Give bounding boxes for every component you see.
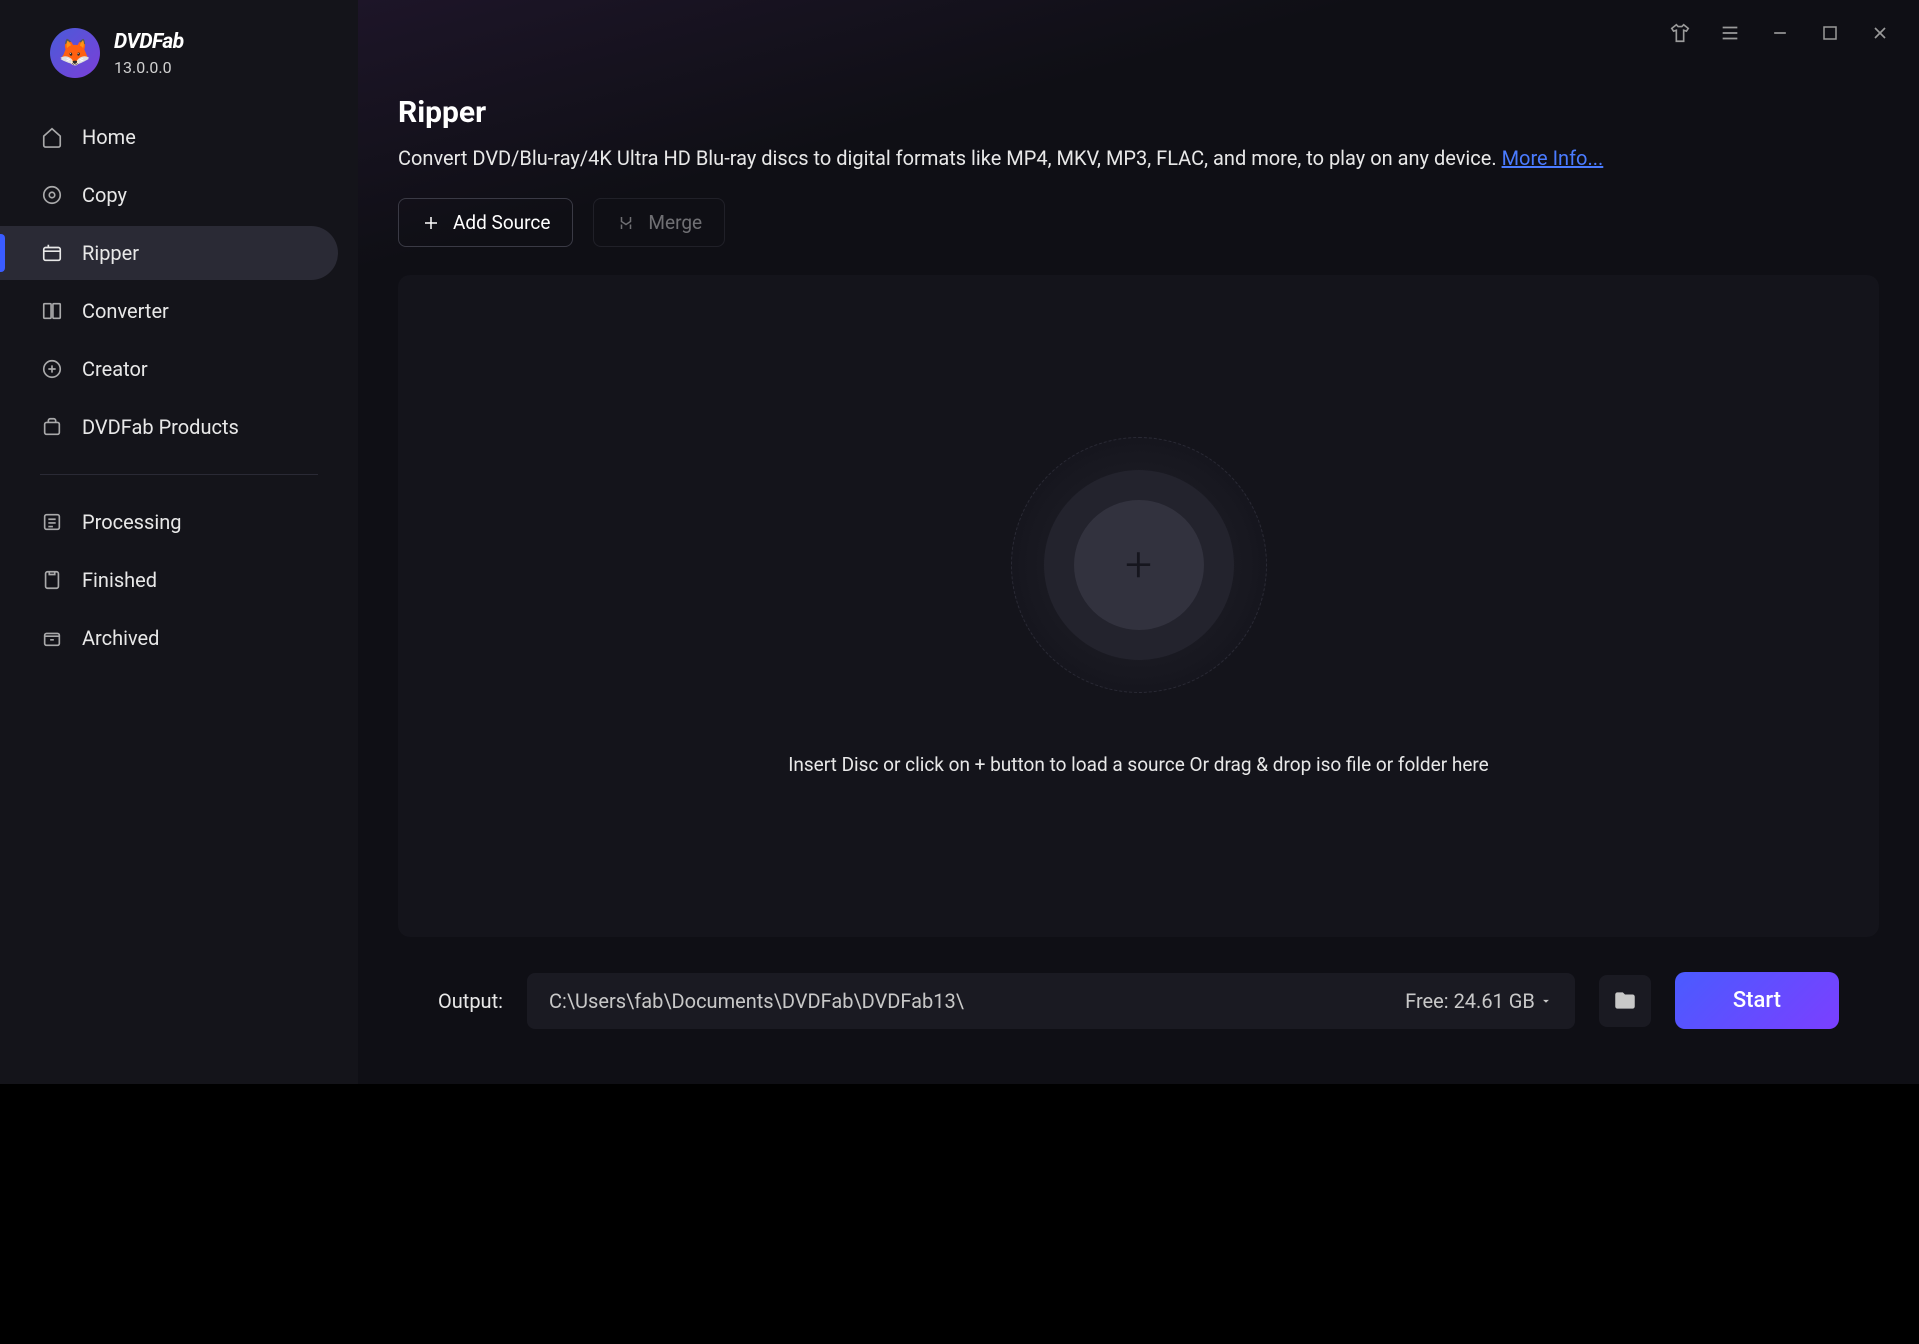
processing-icon: [40, 510, 64, 534]
app-version: 13.0.0.0: [114, 58, 184, 77]
bottom-black-region: [0, 1084, 1919, 1344]
maximize-icon[interactable]: [1819, 22, 1841, 44]
add-source-button[interactable]: Add Source: [398, 198, 573, 247]
output-path: C:\Users\fab\Documents\DVDFab\DVDFab13\: [549, 989, 964, 1013]
home-icon: [40, 125, 64, 149]
menu-icon[interactable]: [1719, 22, 1741, 44]
folder-icon: [1612, 988, 1638, 1014]
sidebar-item-converter[interactable]: Converter: [0, 284, 338, 338]
sidebar: 🦊 DVDFab 13.0.0.0 Home Copy Ripper: [0, 0, 358, 1084]
toolbar: Add Source Merge: [398, 198, 1879, 247]
minimize-icon[interactable]: [1769, 22, 1791, 44]
sidebar-item-label: Finished: [82, 568, 157, 592]
sidebar-item-label: Creator: [82, 357, 148, 381]
output-label: Output:: [438, 989, 503, 1013]
creator-icon: [40, 357, 64, 381]
plus-icon: [421, 213, 441, 233]
dropzone-text: Insert Disc or click on + button to load…: [788, 753, 1489, 776]
sidebar-item-creator[interactable]: Creator: [0, 342, 338, 396]
output-path-box[interactable]: C:\Users\fab\Documents\DVDFab\DVDFab13\ …: [527, 973, 1575, 1029]
ripper-icon: [40, 241, 64, 265]
sidebar-item-label: Archived: [82, 626, 159, 650]
sidebar-item-label: Converter: [82, 299, 169, 323]
app-window: 🦊 DVDFab 13.0.0.0 Home Copy Ripper: [0, 0, 1919, 1084]
sidebar-item-label: Home: [82, 125, 136, 149]
sidebar-item-ripper[interactable]: Ripper: [0, 226, 338, 280]
sidebar-divider: [40, 474, 318, 475]
add-source-label: Add Source: [453, 211, 550, 234]
sidebar-item-label: DVDFab Products: [82, 415, 239, 439]
start-button[interactable]: Start: [1675, 972, 1839, 1029]
titlebar: [358, 0, 1919, 65]
browse-folder-button[interactable]: [1599, 975, 1651, 1027]
more-info-link[interactable]: More Info...: [1502, 146, 1604, 170]
finished-icon: [40, 568, 64, 592]
shirt-icon[interactable]: [1669, 22, 1691, 44]
sidebar-item-products[interactable]: DVDFab Products: [0, 400, 338, 454]
sidebar-item-label: Ripper: [82, 241, 139, 265]
sidebar-item-processing[interactable]: Processing: [0, 495, 338, 549]
app-name: DVDFab: [114, 30, 184, 54]
close-icon[interactable]: [1869, 22, 1891, 44]
dropzone[interactable]: + Insert Disc or click on + button to lo…: [398, 275, 1879, 937]
converter-icon: [40, 299, 64, 323]
content-area: Ripper Convert DVD/Blu-ray/4K Ultra HD B…: [358, 65, 1919, 1084]
products-icon: [40, 415, 64, 439]
sidebar-item-finished[interactable]: Finished: [0, 553, 338, 607]
sidebar-item-label: Processing: [82, 510, 181, 534]
page-description: Convert DVD/Blu-ray/4K Ultra HD Blu-ray …: [398, 146, 1879, 170]
drop-plus-icon[interactable]: +: [1074, 500, 1204, 630]
sidebar-item-copy[interactable]: Copy: [0, 168, 338, 222]
merge-label: Merge: [648, 211, 702, 234]
logo-area: 🦊 DVDFab 13.0.0.0: [0, 28, 358, 108]
bottom-bar: Output: C:\Users\fab\Documents\DVDFab\DV…: [398, 937, 1879, 1064]
main-panel: Ripper Convert DVD/Blu-ray/4K Ultra HD B…: [358, 0, 1919, 1084]
sidebar-item-label: Copy: [82, 183, 127, 207]
merge-icon: [616, 213, 636, 233]
merge-button: Merge: [593, 198, 725, 247]
sidebar-item-home[interactable]: Home: [0, 110, 338, 164]
free-space: Free: 24.61 GB: [1405, 989, 1553, 1013]
app-logo-icon: 🦊: [50, 28, 100, 78]
drop-circle: +: [1011, 437, 1267, 693]
chevron-down-icon: [1539, 994, 1553, 1008]
page-title: Ripper: [398, 95, 1879, 130]
copy-icon: [40, 183, 64, 207]
archived-icon: [40, 626, 64, 650]
sidebar-item-archived[interactable]: Archived: [0, 611, 338, 665]
